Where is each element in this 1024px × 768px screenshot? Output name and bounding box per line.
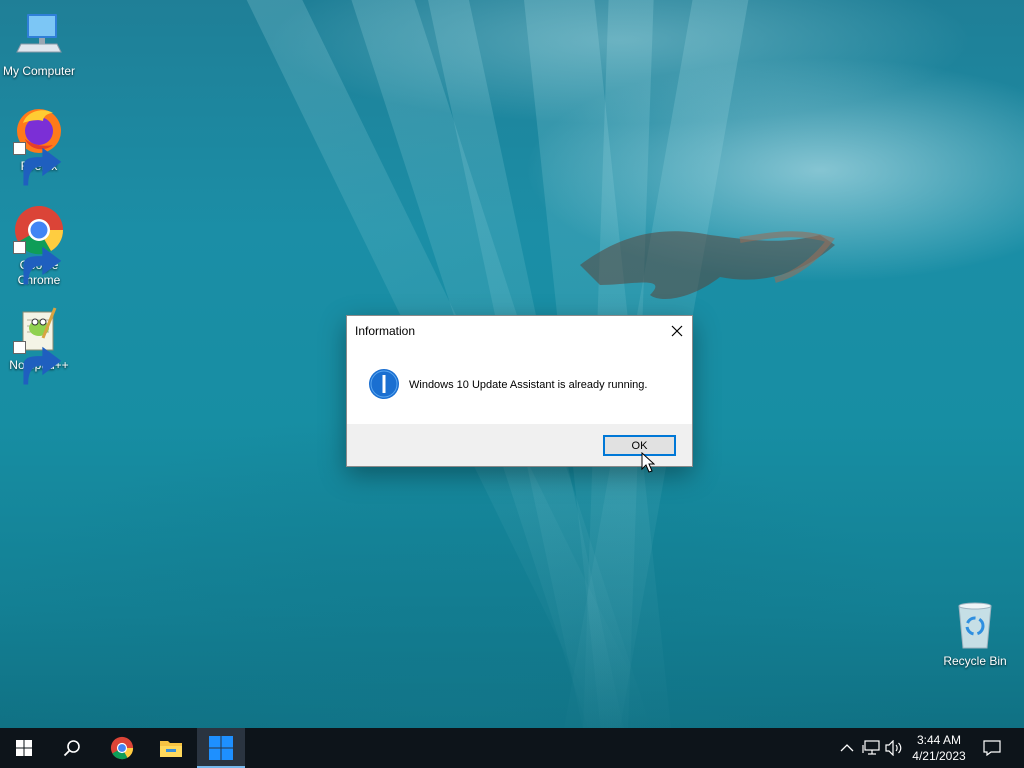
notification-icon — [983, 740, 1001, 756]
notepad-plus-plus-icon — [13, 304, 65, 385]
action-center-button[interactable] — [982, 738, 1002, 758]
taskbar-clock[interactable]: 3:44 AM 4/21/2023 — [906, 732, 972, 764]
start-button[interactable] — [0, 728, 48, 768]
desktop-icon-label: My Computer — [2, 64, 76, 78]
chrome-icon — [110, 736, 134, 760]
shortcut-arrow-icon — [13, 241, 62, 285]
file-explorer-icon — [160, 741, 182, 757]
close-icon — [671, 325, 683, 337]
desktop-icon-google-chrome[interactable]: Google Chrome — [1, 204, 77, 288]
network-button[interactable] — [862, 738, 880, 758]
desktop-icon-firefox[interactable]: Firefox — [1, 105, 77, 186]
taskbar: 3:44 AM 4/21/2023 — [0, 728, 1024, 768]
show-hidden-icons-button[interactable] — [838, 738, 856, 758]
close-button[interactable] — [662, 316, 692, 346]
search-icon — [63, 740, 80, 757]
clock-date: 4/21/2023 — [912, 749, 966, 763]
taskbar-update-assistant[interactable] — [197, 728, 245, 768]
shortcut-arrow-icon — [13, 142, 62, 186]
info-icon — [369, 369, 399, 399]
update-assistant-icon — [209, 736, 233, 760]
ok-button[interactable]: OK — [603, 435, 676, 456]
dialog-message: Windows 10 Update Assistant is already r… — [409, 379, 648, 391]
my-computer-icon — [13, 10, 65, 62]
information-dialog: Information Windows 10 Update Assistant … — [346, 315, 693, 467]
desktop-icon-my-computer[interactable]: My Computer — [1, 10, 77, 79]
clock-time: 3:44 AM — [916, 733, 962, 747]
shortcut-arrow-icon — [13, 341, 62, 385]
chrome-icon — [13, 204, 65, 285]
desktop-icon-label: Recycle Bin — [943, 654, 1007, 668]
seaweed-silhouette — [580, 231, 835, 300]
firefox-icon — [13, 105, 65, 186]
start-icon — [16, 740, 32, 756]
chevron-up-icon — [840, 744, 854, 752]
dialog-body: Windows 10 Update Assistant is already r… — [347, 346, 692, 424]
desktop-icon-recycle-bin[interactable]: Recycle Bin — [937, 600, 1013, 669]
dialog-title: Information — [355, 324, 416, 338]
recycle-bin-icon — [949, 600, 1001, 652]
taskbar-chrome[interactable] — [98, 728, 146, 768]
taskbar-file-explorer[interactable] — [147, 728, 195, 768]
volume-icon — [885, 740, 902, 756]
dialog-titlebar[interactable]: Information — [347, 316, 692, 346]
desktop-icon-notepad-plus-plus[interactable]: Notepad++ — [1, 304, 77, 385]
search-button[interactable] — [48, 728, 96, 768]
mouse-cursor-icon — [641, 452, 655, 473]
volume-button[interactable] — [885, 738, 903, 758]
network-icon — [862, 740, 880, 755]
